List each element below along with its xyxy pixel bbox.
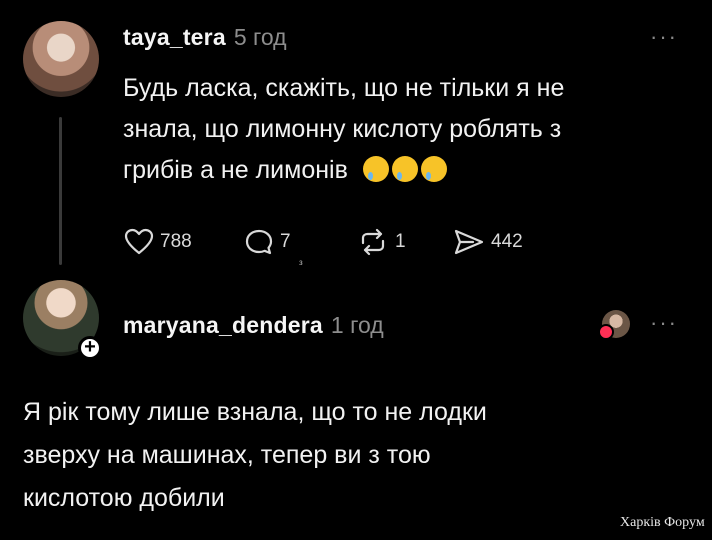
like-count: 788 xyxy=(160,231,192,252)
post-text-line: Будь ласка, скажіть, що не тільки я не xyxy=(123,74,565,102)
reply-text-line: кислотою добили xyxy=(23,484,225,512)
reply-text-line: Я рік тому лише взнала, що то не лодки xyxy=(23,398,487,426)
thread-connector-line xyxy=(59,117,62,265)
reply-time: 1 год xyxy=(330,312,384,338)
follow-plus-button[interactable]: + xyxy=(78,336,102,360)
reply-more-menu[interactable]: ··· xyxy=(650,310,678,336)
share-count: 442 xyxy=(491,231,523,252)
reply-text-line: зверху на машинах, тепер ви з тою xyxy=(23,441,431,469)
post-text-line: грибів а не лимонів xyxy=(123,156,348,184)
crying-face-emoji xyxy=(420,156,447,182)
post-header: taya_tera 5 год xyxy=(123,24,287,51)
crying-face-emoji xyxy=(362,156,389,182)
heart-icon xyxy=(124,228,154,255)
post-more-menu[interactable]: ··· xyxy=(650,24,678,50)
post-text: Будь ласка, скажіть, що не тільки я не з… xyxy=(123,68,683,191)
comment-sub-mark: з xyxy=(299,258,303,267)
reply-username[interactable]: maryana_dendera xyxy=(123,312,323,338)
repost-icon xyxy=(361,228,385,256)
repost-button[interactable]: 1 xyxy=(357,228,406,256)
crying-face-emoji xyxy=(391,156,418,182)
reply-text: Я рік тому лише взнала, що то не лодки з… xyxy=(23,391,663,520)
post-text-line: знала, що лимонну кислоту роблять з xyxy=(123,115,562,143)
like-button[interactable]: 788 xyxy=(124,228,192,256)
post-text-line-3: грибів а не лимонів xyxy=(123,150,683,191)
comment-bubble-icon xyxy=(245,229,273,255)
author-liked-indicator xyxy=(598,308,632,342)
comment-button[interactable]: 7 xyxy=(244,228,291,256)
watermark: Харків Форум xyxy=(620,515,705,530)
send-icon xyxy=(454,229,484,255)
repost-count: 1 xyxy=(395,231,406,252)
post-username[interactable]: taya_tera xyxy=(123,24,226,50)
post-time: 5 год xyxy=(233,24,287,50)
comment-count: 7 xyxy=(280,231,291,252)
heart-icon xyxy=(598,324,614,340)
avatar-taya-tera[interactable] xyxy=(23,21,99,97)
reply-header: maryana_dendera 1 год xyxy=(123,312,384,339)
share-button[interactable]: 442 xyxy=(453,228,523,256)
